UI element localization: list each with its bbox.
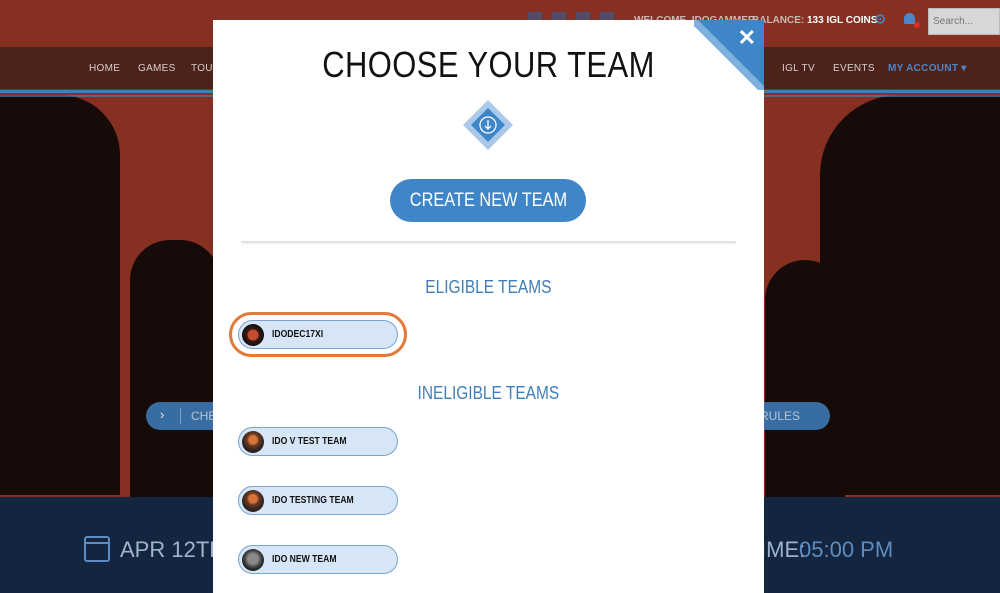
notification-dot xyxy=(914,22,920,28)
team-option-ineligible[interactable]: IDO V TEST TEAM xyxy=(238,427,398,456)
calendar-icon xyxy=(84,536,110,562)
choose-team-modal: ✕ CHOOSE YOUR TEAM CREATE NEW TEAM ELIGI… xyxy=(213,20,764,593)
nav-my-account[interactable]: MY ACCOUNT ▾ xyxy=(888,63,967,74)
gear-icon[interactable]: ⚙ xyxy=(874,12,888,26)
event-time-value: 05:00 PM xyxy=(799,537,894,562)
team-option-eligible[interactable]: IDODEC17XI xyxy=(238,320,398,349)
team-name: IDO TESTING TEAM xyxy=(272,495,354,506)
eligible-teams-label: ELIGIBLE TEAMS xyxy=(425,277,552,297)
eligible-teams-heading: ELIGIBLE TEAMS xyxy=(213,277,764,298)
balance-value: 133 IGL COINS xyxy=(807,15,878,26)
close-icon[interactable]: ✕ xyxy=(738,25,756,51)
team-avatar xyxy=(242,431,264,453)
ineligible-teams-heading: INELIGIBLE TEAMS xyxy=(213,383,764,404)
team-name: IDODEC17XI xyxy=(272,329,324,340)
arrow-down-icon xyxy=(463,100,513,150)
chevron-right-icon: › xyxy=(160,407,165,422)
nav-events[interactable]: EVENTS xyxy=(833,63,875,74)
create-new-team-label: CREATE NEW TEAM xyxy=(409,190,567,211)
modal-title: CHOOSE YOUR TEAM xyxy=(322,44,655,85)
team-option-ineligible[interactable]: IDO TESTING TEAM xyxy=(238,486,398,515)
bell-icon[interactable] xyxy=(902,12,920,28)
team-name: IDO V TEST TEAM xyxy=(272,436,347,447)
ineligible-teams-label: INELIGIBLE TEAMS xyxy=(417,383,560,403)
team-avatar xyxy=(242,490,264,512)
nav-igl-tv[interactable]: IGL TV xyxy=(782,63,815,74)
section-divider xyxy=(241,241,736,245)
create-new-team-button[interactable]: CREATE NEW TEAM xyxy=(390,179,586,222)
search-input[interactable] xyxy=(928,8,1000,35)
balance-text: BALANCE: 133 IGL COINS xyxy=(752,15,877,26)
team-avatar xyxy=(242,324,264,346)
team-name: IDO NEW TEAM xyxy=(272,554,337,565)
nav-home[interactable]: HOME xyxy=(89,63,120,74)
rules-link[interactable]: RULES xyxy=(760,409,800,423)
nav-games[interactable]: GAMES xyxy=(138,63,176,74)
team-avatar xyxy=(242,549,264,571)
team-option-ineligible[interactable]: IDO NEW TEAM xyxy=(238,545,398,574)
